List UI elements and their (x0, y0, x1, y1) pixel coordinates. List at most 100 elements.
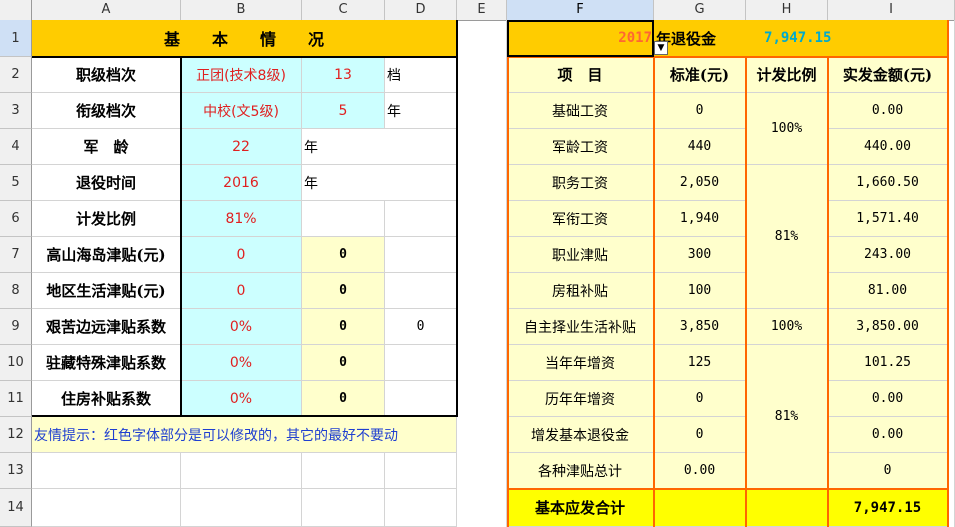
item-standard-10[interactable]: 0 (654, 417, 746, 453)
row-header-7[interactable]: 7 (0, 237, 32, 273)
item-amount-1[interactable]: 0.00 (828, 93, 948, 129)
empty-cell-c13[interactable] (302, 453, 385, 489)
item-name-9[interactable]: 历年年增资 (507, 381, 654, 417)
service-years-unit[interactable]: 年 (302, 129, 457, 165)
col-header-e[interactable]: E (457, 0, 507, 20)
column-j-blank[interactable] (948, 20, 955, 527)
item-amount-5[interactable]: 243.00 (828, 237, 948, 273)
item-name-10[interactable]: 增发基本退役金 (507, 417, 654, 453)
empty-cell-d13[interactable] (385, 453, 457, 489)
ratio-merged-2[interactable]: 81% (746, 165, 828, 309)
empty-cell-a14[interactable] (32, 489, 181, 527)
item-standard-4[interactable]: 1,940 (654, 201, 746, 237)
item-amount-6[interactable]: 81.00 (828, 273, 948, 309)
col-header-h[interactable]: H (746, 0, 828, 20)
item-name-11[interactable]: 各种津贴总计 (507, 453, 654, 489)
item-name-8[interactable]: 当年年增资 (507, 345, 654, 381)
retire-time-unit[interactable]: 年 (302, 165, 457, 201)
row-header-5[interactable]: 5 (0, 165, 32, 201)
item-name-6[interactable]: 房租补贴 (507, 273, 654, 309)
housing-subsidy-cell[interactable]: 0% (181, 381, 302, 417)
item-amount-3[interactable]: 1,660.50 (828, 165, 948, 201)
remote-allowance-extra[interactable]: 0 (385, 309, 457, 345)
empty-cell-d11[interactable] (385, 381, 457, 417)
service-years-cell[interactable]: 22 (181, 129, 302, 165)
item-standard-9[interactable]: 0 (654, 381, 746, 417)
column-e-blank[interactable] (457, 20, 507, 527)
mil-rank-value-cell[interactable]: 中校(文5级) (181, 93, 302, 129)
header-amount[interactable]: 实发金额(元) (828, 57, 948, 93)
housing-subsidy-label[interactable]: 住房补贴系数 (32, 381, 181, 417)
ratio-merged-1[interactable]: 100% (746, 93, 828, 165)
empty-cell-a13[interactable] (32, 453, 181, 489)
region-allowance-label[interactable]: 地区生活津贴(元) (32, 273, 181, 309)
tibet-allowance-calc[interactable]: 0 (302, 345, 385, 381)
item-amount-2[interactable]: 440.00 (828, 129, 948, 165)
ratio-merged-3[interactable]: 100% (746, 309, 828, 345)
row-header-10[interactable]: 10 (0, 345, 32, 381)
remote-allowance-cell[interactable]: 0% (181, 309, 302, 345)
ratio-merged-4[interactable]: 81% (746, 345, 828, 489)
empty-cell-b13[interactable] (181, 453, 302, 489)
item-name-4[interactable]: 军衔工资 (507, 201, 654, 237)
empty-cell-c6[interactable] (302, 201, 385, 237)
col-header-g[interactable]: G (654, 0, 746, 20)
item-amount-8[interactable]: 101.25 (828, 345, 948, 381)
dropdown-arrow-icon[interactable]: ▼ (654, 41, 668, 55)
empty-cell-d6[interactable] (385, 201, 457, 237)
row-header-6[interactable]: 6 (0, 201, 32, 237)
total-standard-blank[interactable] (654, 489, 746, 527)
header-standard[interactable]: 标准(元) (654, 57, 746, 93)
header-item[interactable]: 项 目 (507, 57, 654, 93)
row-header-2[interactable]: 2 (0, 57, 32, 93)
item-standard-1[interactable]: 0 (654, 93, 746, 129)
empty-cell-d7[interactable] (385, 237, 457, 273)
header-ratio[interactable]: 计发比例 (746, 57, 828, 93)
remote-allowance-label[interactable]: 艰苦边远津贴系数 (32, 309, 181, 345)
remote-allowance-calc[interactable]: 0 (302, 309, 385, 345)
item-amount-9[interactable]: 0.00 (828, 381, 948, 417)
row-header-12[interactable]: 12 (0, 417, 32, 453)
item-amount-10[interactable]: 0.00 (828, 417, 948, 453)
empty-cell-b14[interactable] (181, 489, 302, 527)
tibet-allowance-cell[interactable]: 0% (181, 345, 302, 381)
active-cell-f1[interactable] (507, 20, 654, 57)
retire-time-label[interactable]: 退役时间 (32, 165, 181, 201)
row-header-11[interactable]: 11 (0, 381, 32, 417)
rank-grade-cell[interactable]: 13 (302, 57, 385, 93)
row-header-3[interactable]: 3 (0, 93, 32, 129)
empty-cell-c14[interactable] (302, 489, 385, 527)
tibet-allowance-label[interactable]: 驻藏特殊津贴系数 (32, 345, 181, 381)
item-standard-8[interactable]: 125 (654, 345, 746, 381)
col-header-b[interactable]: B (181, 0, 302, 20)
basic-info-title[interactable]: 基 本 情 况 (32, 20, 457, 57)
rank-value-cell[interactable]: 正团(技术8级) (181, 57, 302, 93)
item-amount-11[interactable]: 0 (828, 453, 948, 489)
item-standard-6[interactable]: 100 (654, 273, 746, 309)
total-amount[interactable]: 7,947.15 (828, 489, 948, 527)
item-standard-3[interactable]: 2,050 (654, 165, 746, 201)
total-ratio-blank[interactable] (746, 489, 828, 527)
item-name-5[interactable]: 职业津贴 (507, 237, 654, 273)
rank-unit[interactable]: 档 (385, 57, 457, 93)
mil-rank-unit[interactable]: 年 (385, 93, 457, 129)
item-name-2[interactable]: 军龄工资 (507, 129, 654, 165)
pay-ratio-label[interactable]: 计发比例 (32, 201, 181, 237)
row-header-9[interactable]: 9 (0, 309, 32, 345)
item-amount-4[interactable]: 1,571.40 (828, 201, 948, 237)
empty-cell-d8[interactable] (385, 273, 457, 309)
col-header-f[interactable]: F (507, 0, 654, 20)
mountain-allowance-label[interactable]: 高山海岛津贴(元) (32, 237, 181, 273)
item-standard-2[interactable]: 440 (654, 129, 746, 165)
retire-time-cell[interactable]: 2016 (181, 165, 302, 201)
item-name-7[interactable]: 自主择业生活补贴 (507, 309, 654, 345)
item-standard-5[interactable]: 300 (654, 237, 746, 273)
friendly-tip[interactable]: 友情提示：红色字体部分是可以修改的，其它的最好不要动 (32, 417, 457, 453)
col-header-i[interactable]: I (828, 0, 955, 20)
total-label[interactable]: 基本应发合计 (507, 489, 654, 527)
col-header-a[interactable]: A (32, 0, 181, 20)
item-name-3[interactable]: 职务工资 (507, 165, 654, 201)
service-years-label[interactable]: 军 龄 (32, 129, 181, 165)
item-standard-11[interactable]: 0.00 (654, 453, 746, 489)
col-header-d[interactable]: D (385, 0, 457, 20)
